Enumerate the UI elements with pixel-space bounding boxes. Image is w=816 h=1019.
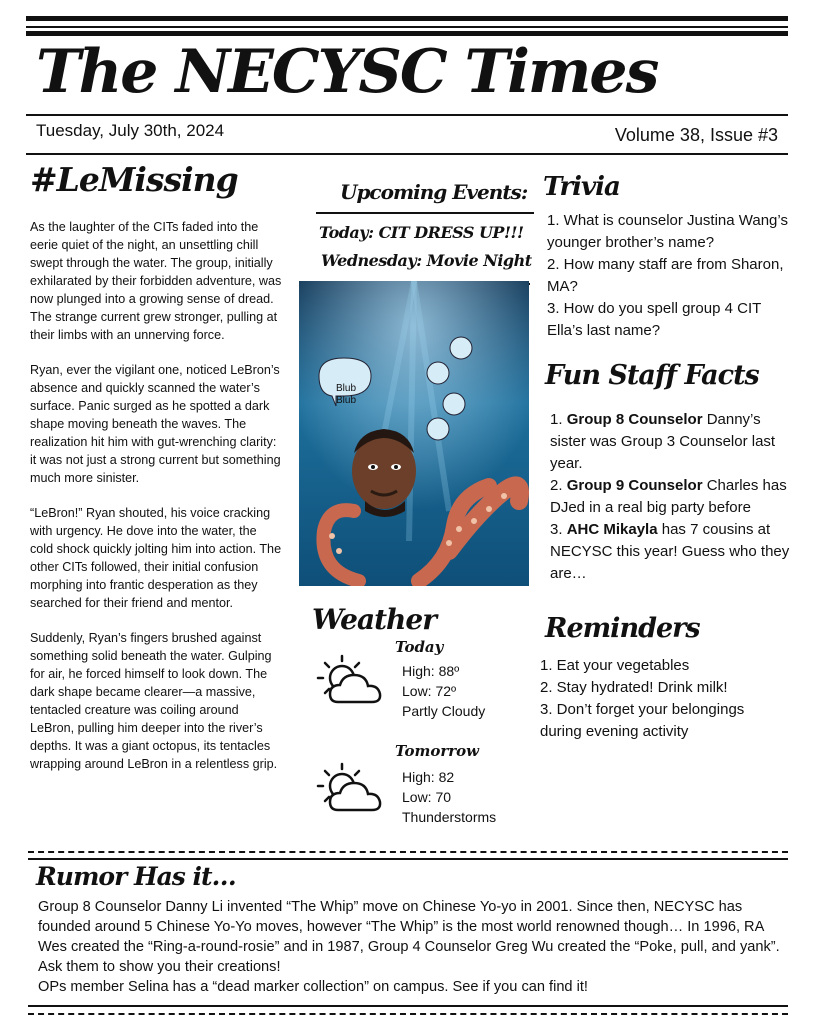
trivia-item: 3. How do you spell group 4 CIT Ella’s l… [547, 300, 762, 339]
event-today: Today: CIT DRESS UP!!! [319, 223, 524, 242]
story-paragraph: “LeBron!” Ryan shouted, his voice cracki… [30, 506, 282, 610]
events-rule [316, 212, 534, 214]
event-wednesday: Wednesday: Movie Night [321, 251, 532, 270]
fun-facts-list: 1. Group 8 Counselor Danny’s sister was … [550, 409, 795, 585]
rumor-body: Group 8 Counselor Danny Li invented “The… [38, 897, 780, 997]
top-rule-thin [26, 26, 788, 28]
fact-item: 3. AHC Mikayla has 7 cousins at NECYSC t… [550, 519, 795, 585]
story-body: As the laughter of the CITs faded into t… [30, 218, 282, 790]
top-rule-thick [26, 16, 788, 21]
rumor-rule-top [28, 858, 788, 860]
story-paragraph: Ryan, ever the vigilant one, noticed LeB… [30, 363, 281, 485]
weather-today-cond: Partly Cloudy [402, 703, 486, 719]
fact-item: 1. Group 8 Counselor Danny’s sister was … [550, 409, 795, 475]
fact-num: 2. [550, 477, 567, 494]
dateline-rule [26, 153, 788, 155]
story-paragraph: Suddenly, Ryan’s fingers brushed against… [30, 631, 278, 771]
reminder-item: 1. Eat your vegetables [540, 657, 690, 674]
rumor-title: Rumor Has it… [36, 862, 237, 891]
weather-today-label: Today [395, 638, 444, 656]
reminder-item: 3. Don’t forget your belongings during e… [540, 701, 745, 740]
weather-tomorrow-label: Tomorrow [395, 742, 480, 760]
fact-who: AHC Mikayla [566, 521, 658, 538]
events-title: Upcoming Events: [340, 180, 528, 204]
trivia-title: Trivia [543, 172, 621, 202]
issue-date: Tuesday, July 30th, 2024 [36, 121, 225, 140]
rumor-dash-rule-bottom [28, 1013, 788, 1015]
fact-num: 3. [550, 521, 567, 538]
rumor-dash-rule-top [28, 851, 788, 853]
weather-title: Weather [312, 603, 437, 636]
weather-today-high: High: 88º [402, 663, 460, 679]
weather-tomorrow-cond: Thunderstorms [402, 809, 497, 825]
weather-tomorrow-icon [312, 760, 392, 820]
reminders-list: 1. Eat your vegetables 2. Stay hydrated!… [540, 655, 790, 743]
speech-bubble-text: Blub Blub [335, 383, 356, 406]
rumor-paragraph: OPs member Selina has a “dead marker col… [38, 979, 588, 995]
weather-today-low: Low: 72º [402, 683, 457, 699]
fun-facts-title: Fun Staff Facts [545, 360, 760, 391]
trivia-item: 2. How many staff are from Sharon, MA? [547, 256, 784, 295]
reminders-title: Reminders [545, 613, 701, 644]
weather-today-icon [312, 652, 392, 712]
story-paragraph: As the laughter of the CITs faded into t… [30, 220, 282, 342]
masthead-rule [26, 114, 788, 116]
trivia-item: 1. What is counselor Justina Wang’s youn… [547, 212, 788, 251]
trivia-list: 1. What is counselor Justina Wang’s youn… [547, 210, 792, 342]
rumor-rule-bottom [28, 1005, 788, 1007]
reminder-item: 2. Stay hydrated! Drink milk! [540, 679, 728, 696]
weather-tomorrow-high: High: 82 [402, 769, 455, 785]
fact-who: Group 8 Counselor [566, 411, 703, 428]
fact-num: 1. [550, 411, 567, 428]
weather-tomorrow-low: Low: 70 [402, 789, 452, 805]
fact-who: Group 9 Counselor [566, 477, 703, 494]
story-headline: #LeMissing [30, 160, 239, 199]
rumor-paragraph: Group 8 Counselor Danny Li invented “The… [38, 899, 780, 975]
issue-volume: Volume 38, Issue #3 [614, 125, 778, 145]
masthead-title: The NECYSC Times [36, 37, 659, 107]
top-rule-thick-2 [26, 31, 788, 36]
feature-photo: Blub Blub [299, 281, 529, 586]
underwater-illustration [299, 281, 529, 586]
fact-item: 2. Group 9 Counselor Charles has DJed in… [550, 475, 795, 519]
